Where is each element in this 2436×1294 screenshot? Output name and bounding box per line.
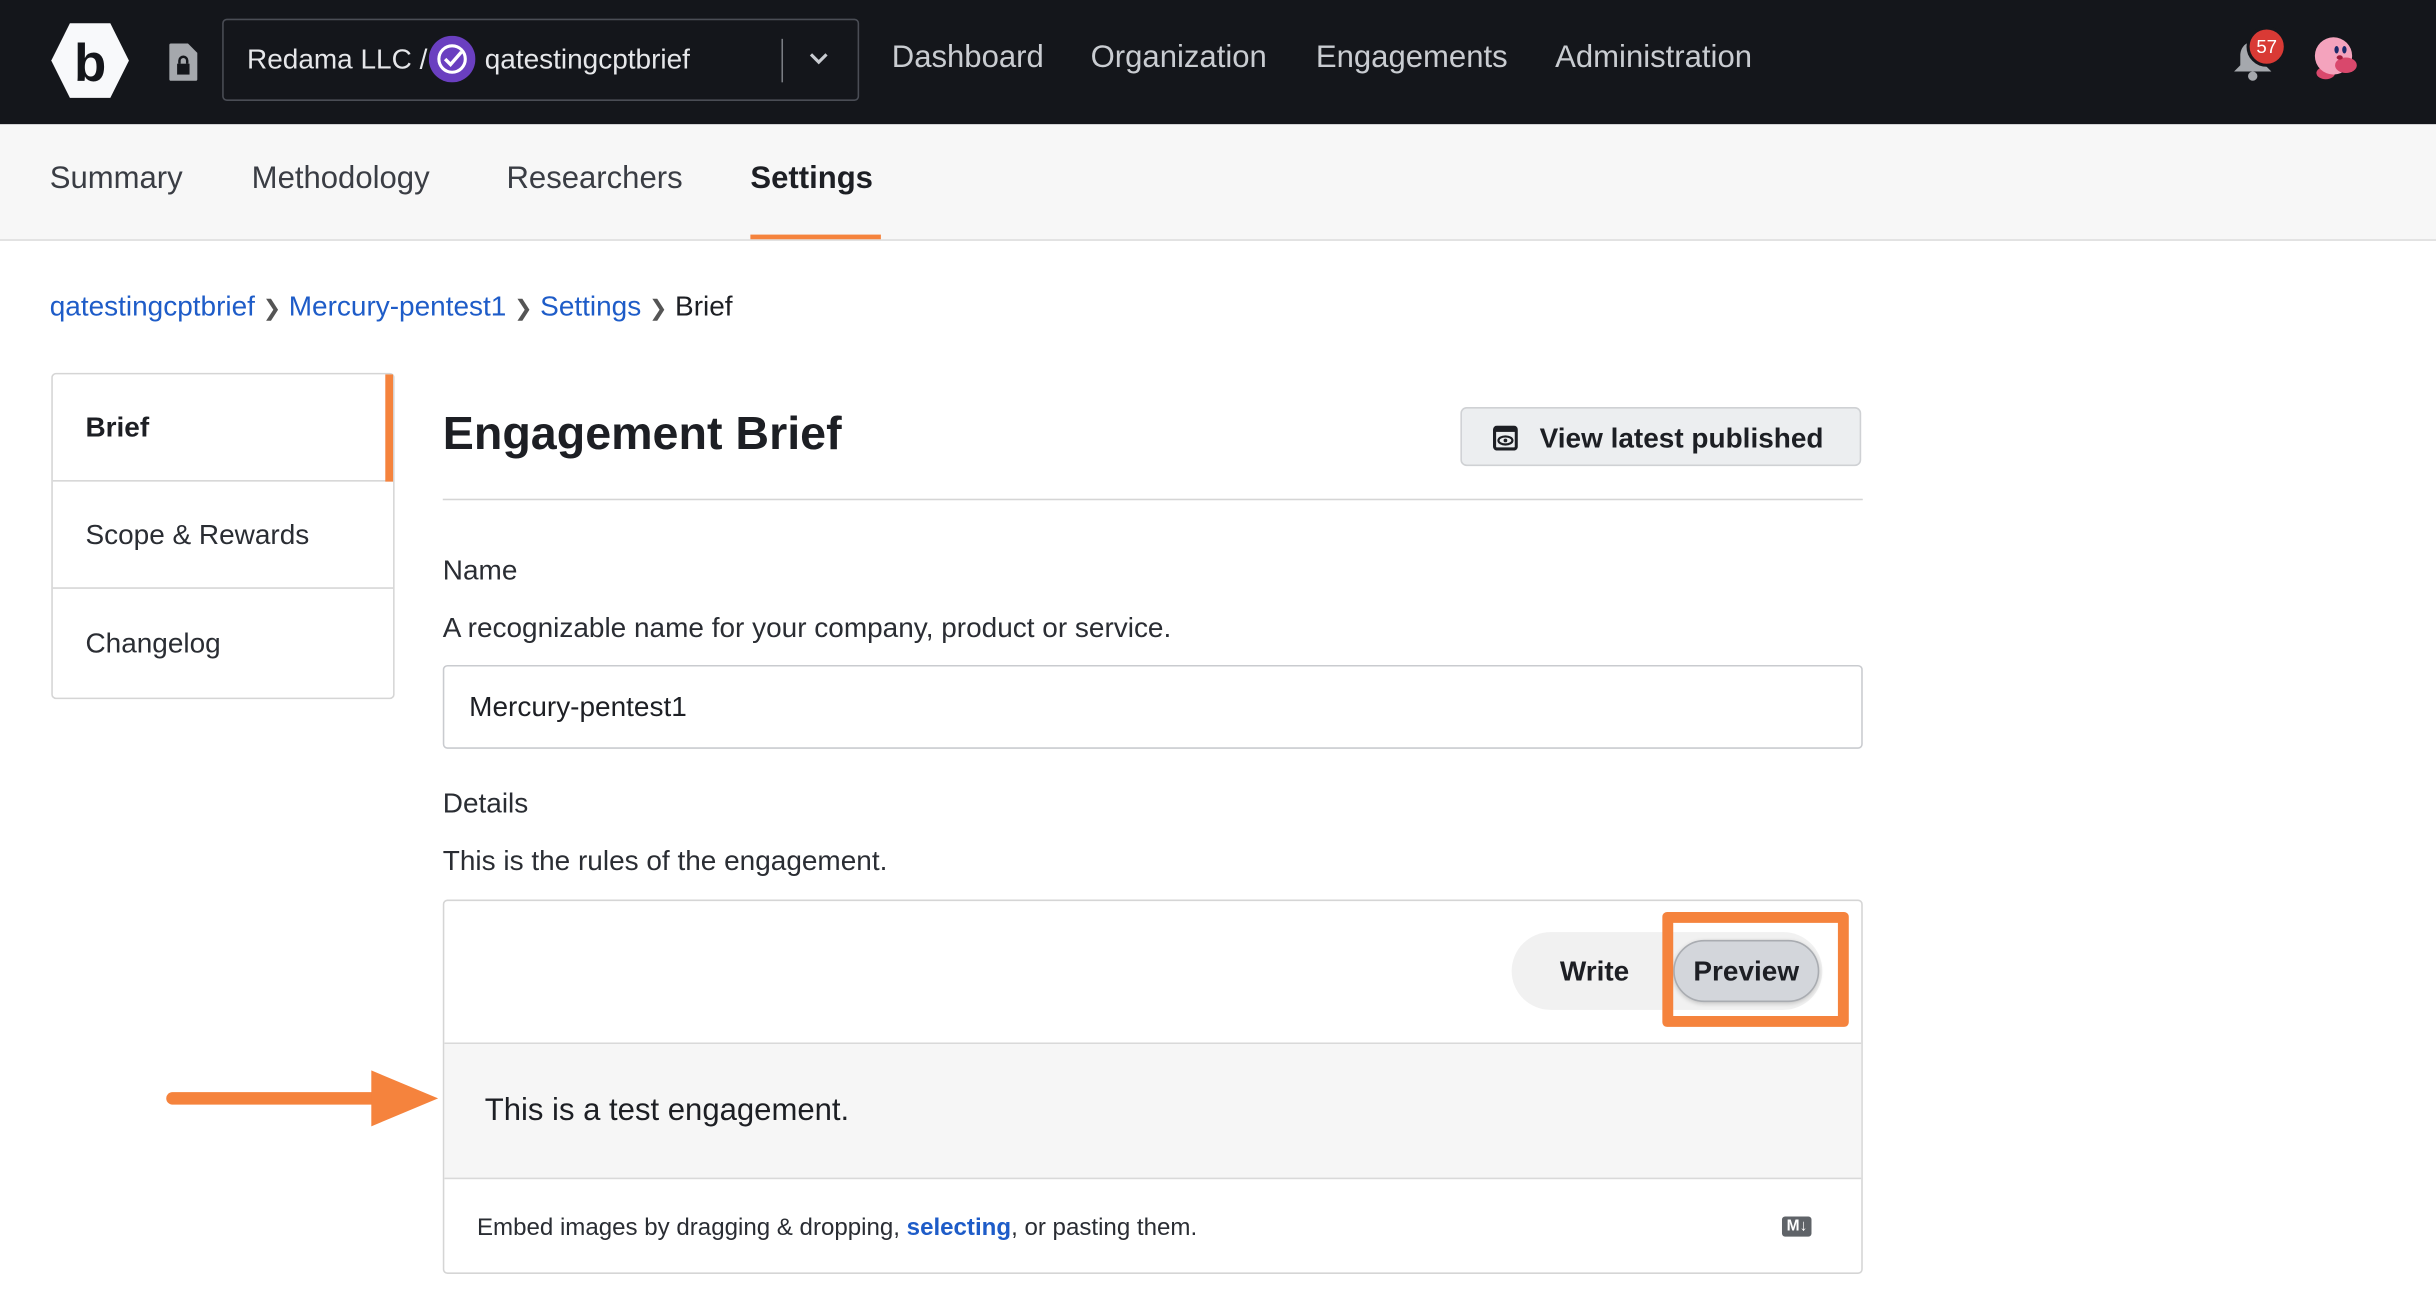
markdown-icon: M↓	[1781, 1216, 1813, 1237]
breadcrumb-program[interactable]: qatestingcptbrief	[50, 291, 255, 322]
sidebar-item-changelog[interactable]: Changelog	[53, 590, 393, 697]
name-help-text: A recognizable name for your company, pr…	[442, 612, 1172, 644]
footer-text: , or pasting them.	[1011, 1214, 1198, 1242]
active-indicator	[385, 374, 394, 482]
user-avatar[interactable]	[2309, 31, 2362, 84]
org-name: Redama LLC /	[247, 43, 428, 75]
tab-summary[interactable]: Summary	[50, 162, 183, 198]
sidebar-item-label: Brief	[85, 411, 150, 443]
settings-sidebar: Brief Scope & Rewards Changelog	[51, 372, 395, 700]
verified-check-icon	[428, 35, 476, 83]
sidebar-item-scope-rewards[interactable]: Scope & Rewards	[52, 482, 394, 589]
preview-area: This is a test engagement.	[444, 1042, 1862, 1180]
preview-window-icon	[1493, 425, 1518, 451]
nav-organization[interactable]: Organization	[1091, 40, 1267, 76]
top-navbar: b Redama LLC / qatestingcptbrief Dashboa…	[0, 0, 2436, 125]
nav-administration[interactable]: Administration	[1555, 40, 1752, 76]
breadcrumb-settings[interactable]: Settings	[540, 291, 641, 322]
chevron-down-icon[interactable]	[808, 51, 830, 67]
editor-footer: Embed images by dragging & dropping, sel…	[477, 1215, 1197, 1243]
tab-researchers[interactable]: Researchers	[506, 162, 682, 198]
tab-settings[interactable]: Settings	[750, 162, 873, 198]
active-tab-indicator	[750, 234, 881, 240]
notification-badge: 57	[2246, 26, 2287, 67]
divider	[781, 38, 784, 83]
notifications-button[interactable]: 57	[2231, 26, 2287, 84]
name-label: Name	[442, 554, 518, 586]
divider	[442, 498, 1863, 501]
program-selector[interactable]: Redama LLC / qatestingcptbrief	[222, 18, 860, 101]
nav-engagements[interactable]: Engagements	[1316, 40, 1508, 76]
chevron-right-icon: ❯	[649, 295, 668, 321]
details-help-text: This is the rules of the engagement.	[442, 845, 888, 877]
svg-text:b: b	[74, 34, 106, 93]
name-input[interactable]	[442, 664, 1863, 749]
view-latest-published-label: View latest published	[1539, 422, 1824, 454]
arrow-annotation-icon	[166, 1070, 439, 1127]
page-title: Engagement Brief	[442, 408, 842, 460]
program-name: qatestingcptbrief	[484, 43, 690, 75]
footer-text: Embed images by dragging & dropping,	[476, 1214, 907, 1242]
breadcrumb: qatestingcptbrief ❯ Mercury-pentest1 ❯ S…	[50, 291, 733, 324]
sidebar-item-brief[interactable]: Brief	[52, 374, 394, 482]
locked-document-icon[interactable]	[168, 42, 199, 82]
chevron-right-icon: ❯	[262, 295, 281, 321]
preview-text: This is a test engagement.	[484, 1093, 850, 1128]
highlight-box	[1662, 911, 1849, 1027]
sidebar-item-label: Scope & Rewards	[85, 518, 310, 550]
details-editor: Write Preview This is a test engagement.…	[442, 899, 1863, 1274]
chevron-right-icon: ❯	[514, 295, 533, 321]
breadcrumb-engagement[interactable]: Mercury-pentest1	[289, 291, 507, 322]
select-images-link[interactable]: selecting	[907, 1215, 1011, 1241]
nav-dashboard[interactable]: Dashboard	[892, 40, 1044, 76]
sidebar-item-label: Changelog	[85, 627, 221, 659]
write-tab[interactable]: Write	[1560, 955, 1629, 988]
breadcrumb-current: Brief	[675, 290, 733, 322]
tab-methodology[interactable]: Methodology	[252, 162, 430, 198]
logo-icon[interactable]: b	[50, 22, 131, 100]
view-latest-published-button[interactable]: View latest published	[1460, 407, 1862, 467]
details-label: Details	[442, 787, 529, 819]
